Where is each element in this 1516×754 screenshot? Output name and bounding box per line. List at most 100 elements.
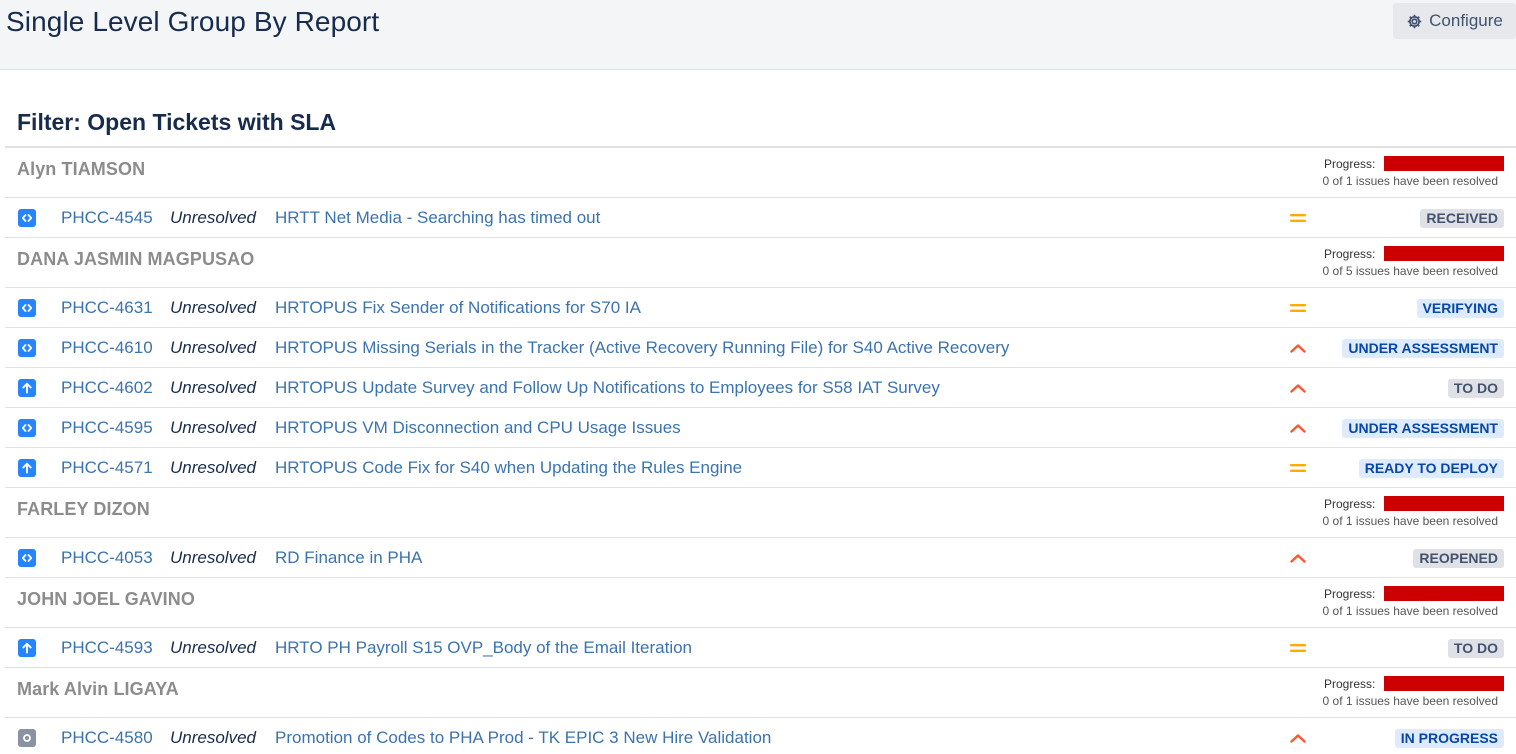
code-icon [18,209,36,227]
progress-block: Progress: 0 of 5 issues have been resolve… [1322,246,1504,282]
issue-summary-link[interactable]: Promotion of Codes to PHA Prod - TK EPIC… [275,728,771,748]
issue-row: PHCC-4545 Unresolved HRTT Net Media - Sear… [5,198,1516,238]
arrow-up-icon [18,459,36,477]
configure-button[interactable]: Configure [1393,3,1516,39]
filter-title: Filter: Open Tickets with SLA [17,109,337,135]
arrow-up-icon [18,639,36,657]
report-table: Alyn TIAMSON Progress: 0 of 1 issues have … [5,148,1516,754]
issue-key-link[interactable]: PHCC-4595 [61,418,153,438]
priority-high-icon [1290,734,1306,743]
progress-bar [1384,246,1504,261]
issue-resolution: Unresolved [170,728,256,747]
group-header: FARLEY DIZON Progress: 0 of 1 issues have … [5,488,1516,538]
progress-text: 0 of 5 issues have been resolved [1322,264,1498,278]
group-header: Mark Alvin LIGAYA Progress: 0 of 1 issues … [5,668,1516,718]
issue-summary-link[interactable]: RD Finance in PHA [275,548,422,568]
gear-icon [1407,14,1422,28]
issue-resolution: Unresolved [170,298,256,317]
priority-high-icon [1290,344,1306,353]
code-icon [18,419,36,437]
group-header: Alyn TIAMSON Progress: 0 of 1 issues have … [5,148,1516,198]
group-assignee-name: JOHN JOEL GAVINO [17,589,195,609]
issue-key-link[interactable]: PHCC-4610 [61,338,153,358]
issue-resolution: Unresolved [170,458,256,477]
progress-label: Progress: [1324,497,1376,511]
group-header: DANA JASMIN MAGPUSAO Progress: 0 of 5 issu… [5,238,1516,288]
issue-row: PHCC-4631 Unresolved HRTOPUS Fix Sender of… [5,288,1516,328]
issue-resolution: Unresolved [170,638,256,657]
issue-row: PHCC-4593 Unresolved HRTO PH Payroll S15 O… [5,628,1516,668]
issue-key-link[interactable]: PHCC-4580 [61,728,153,748]
status-badge: RECEIVED [1420,209,1504,228]
issue-summary-link[interactable]: HRTOPUS Code Fix for S40 when Updating t… [275,458,742,478]
progress-text: 0 of 1 issues have been resolved [1322,514,1498,528]
group-assignee-name: DANA JASMIN MAGPUSAO [17,249,255,269]
issue-summary-link[interactable]: HRTOPUS Update Survey and Follow Up Noti… [275,378,940,398]
issue-resolution: Unresolved [170,418,256,437]
status-badge: UNDER ASSESSMENT [1342,339,1504,358]
status-badge: UNDER ASSESSMENT [1342,419,1504,438]
code-icon [18,299,36,317]
group-assignee-name: FARLEY DIZON [17,499,150,519]
configure-label: Configure [1429,11,1503,30]
issue-row: PHCC-4595 Unresolved HRTOPUS VM Disconnect… [5,408,1516,448]
arrow-up-icon [18,379,36,397]
code-icon [18,549,36,567]
priority-high-icon [1290,554,1306,563]
progress-label: Progress: [1324,587,1376,601]
progress-block: Progress: 0 of 1 issues have been resolve… [1322,496,1504,532]
priority-medium-icon [1290,214,1306,222]
issue-row: PHCC-4053 Unresolved RD Finance in PHA REOP… [5,538,1516,578]
code-icon [18,339,36,357]
status-badge: REOPENED [1413,549,1504,568]
issue-summary-link[interactable]: HRTOPUS VM Disconnection and CPU Usage I… [275,418,681,438]
priority-medium-icon [1290,304,1306,312]
task-icon [18,729,36,747]
progress-block: Progress: 0 of 1 issues have been resolve… [1322,676,1504,712]
status-badge: TO DO [1447,379,1504,398]
status-badge: IN PROGRESS [1394,729,1504,748]
issue-row: PHCC-4580 Unresolved Promotion of Codes to… [5,718,1516,754]
progress-text: 0 of 1 issues have been resolved [1322,694,1498,708]
status-badge: VERIFYING [1416,299,1504,318]
priority-medium-icon [1290,644,1306,652]
priority-high-icon [1290,384,1306,393]
progress-block: Progress: 0 of 1 issues have been resolve… [1322,586,1504,622]
status-badge: READY TO DEPLOY [1358,459,1504,478]
issue-summary-link[interactable]: HRTOPUS Missing Serials in the Tracker (… [275,338,1009,358]
group-assignee-name: Mark Alvin LIGAYA [17,679,179,699]
status-badge: TO DO [1447,639,1504,658]
progress-label: Progress: [1324,157,1376,171]
page-title: Single Level Group By Report [6,6,380,37]
issue-resolution: Unresolved [170,548,256,567]
progress-block: Progress: 0 of 1 issues have been resolve… [1322,156,1504,192]
group-header: JOHN JOEL GAVINO Progress: 0 of 1 issues h… [5,578,1516,628]
issue-row: PHCC-4571 Unresolved HRTOPUS Code Fix for … [5,448,1516,488]
issue-key-link[interactable]: PHCC-4571 [61,458,153,478]
priority-high-icon [1290,424,1306,433]
issue-row: PHCC-4602 Unresolved HRTOPUS Update Survey… [5,368,1516,408]
progress-label: Progress: [1324,247,1376,261]
issue-row: PHCC-4610 Unresolved HRTOPUS Missing Seria… [5,328,1516,368]
progress-bar [1384,586,1504,601]
issue-resolution: Unresolved [170,378,256,397]
issue-resolution: Unresolved [170,208,256,227]
progress-text: 0 of 1 issues have been resolved [1322,174,1498,188]
progress-bar [1384,156,1504,171]
progress-text: 0 of 1 issues have been resolved [1322,604,1498,618]
page-header: Single Level Group By Report Configure [0,0,1516,70]
issue-key-link[interactable]: PHCC-4631 [61,298,153,318]
issue-summary-link[interactable]: HRTO PH Payroll S15 OVP_Body of the Emai… [275,638,692,658]
issue-key-link[interactable]: PHCC-4593 [61,638,153,658]
priority-medium-icon [1290,464,1306,472]
issue-key-link[interactable]: PHCC-4602 [61,378,153,398]
issue-summary-link[interactable]: HRTOPUS Fix Sender of Notifications for … [275,298,641,318]
issue-key-link[interactable]: PHCC-4545 [61,208,153,228]
issue-key-link[interactable]: PHCC-4053 [61,548,153,568]
group-assignee-name: Alyn TIAMSON [17,159,146,179]
issue-summary-link[interactable]: HRTT Net Media - Searching has timed out [275,208,600,228]
progress-bar [1384,676,1504,691]
progress-label: Progress: [1324,677,1376,691]
issue-resolution: Unresolved [170,338,256,357]
progress-bar [1384,496,1504,511]
